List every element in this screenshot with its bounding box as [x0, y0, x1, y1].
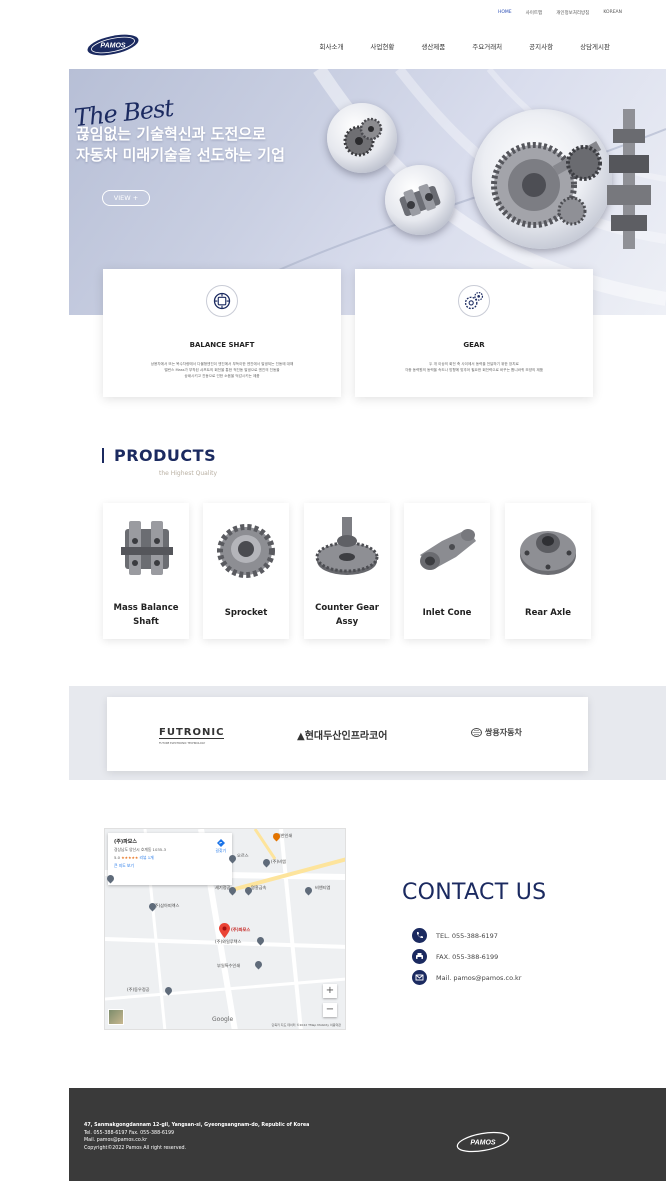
nav-item-clients[interactable]: 주요거래처	[472, 41, 502, 51]
footer-pamos-logo[interactable]: PAMOS	[455, 1131, 511, 1153]
feature-title: GEAR	[463, 341, 485, 349]
svg-text:PAMOS: PAMOS	[100, 43, 125, 50]
utility-home-link[interactable]: HOME	[498, 10, 512, 16]
feature-title: BALANCE SHAFT	[189, 341, 255, 349]
contact-title: CONTACT US	[402, 880, 547, 905]
feature-description: 상용차에서 또는 목수차량에서 다물형엔진이 엔진에서 부득이한 엔진에서 발생…	[150, 362, 294, 378]
feature-card-gear[interactable]: GEAR 두 개 이상의 회전 축 사이에서 동력을 전달하기 위한 장치로 각…	[355, 269, 593, 397]
product-card-rear-axle[interactable]: Rear Axle	[505, 503, 591, 639]
footer-mail: Mail. pamos@pamos.co.kr	[84, 1138, 148, 1143]
product-name: Mass Balance Shaft	[113, 603, 179, 627]
contact-tel-row: TEL. 055-388-6197	[412, 928, 498, 943]
map-label: 오르스	[237, 853, 249, 858]
contact-fax-row: FAX. 055-388-6199	[412, 949, 498, 964]
feature-card-balance-shaft[interactable]: BALANCE SHAFT 상용차에서 또는 목수차량에서 다물형엔진이 엔진에…	[103, 269, 341, 397]
feature-description: 두 개 이상의 회전 축 사이에서 동력을 전달하기 위한 장치로 각종 동력원…	[404, 362, 544, 372]
map-place-name: (주)파모스	[114, 839, 137, 845]
map-place-rating: 5.0 ★★★★★ 리뷰 1개	[114, 855, 154, 860]
nav-item-products[interactable]: 생산제품	[421, 41, 445, 51]
nav-item-consult[interactable]: 상담게시판	[580, 41, 610, 51]
product-card-inlet-cone[interactable]: Inlet Cone	[404, 503, 490, 639]
ssangyong-emblem-icon	[471, 728, 482, 737]
map-place-card: (주)파모스 경상남도 양산시 호계동 1035-3 5.0 ★★★★★ 리뷰 …	[108, 833, 232, 885]
map-label: 부일특수인쇄	[217, 963, 241, 968]
footer-copyright: Copyright©2022 Pamos All right reserved.	[84, 1145, 187, 1151]
contact-fax: FAX. 055-388-6199	[436, 952, 499, 961]
product-name: Sprocket	[224, 608, 268, 618]
footer-address: 47, Sanmakgongdannam 12-gil, Yangsan-si,…	[84, 1123, 310, 1128]
map-zoom-out-button[interactable]: −	[323, 1003, 337, 1017]
footer-telfax: Tel. 055-388-6197 Fax. 055-388-6199	[84, 1130, 175, 1136]
products-title: PRODUCTS	[114, 446, 217, 465]
mail-icon	[412, 970, 427, 985]
partners-logos: FUTRONIC FUTURE ELECTRONIC TECHNOLOGY ▲현…	[107, 697, 588, 771]
footer-info: 47, Sanmakgongdannam 12-gil, Yangsan-si,…	[84, 1122, 309, 1152]
map-label: 비앤티엠	[315, 885, 331, 890]
map-label: 명흥금속	[251, 885, 267, 890]
map-directions-button[interactable]: 길찾기	[216, 839, 226, 854]
pamos-logo[interactable]: PAMOS	[86, 34, 140, 56]
main-nav: 회사소개 사업현황 생산제품 주요거래처 공지사항 상담게시판	[320, 41, 611, 51]
map-marker-label: (주)파모스	[231, 927, 251, 932]
rear-axle-image	[520, 531, 576, 575]
partner-doosan-logo[interactable]: ▲현대두산인프라코어	[297, 727, 388, 742]
gear-shaft-photo	[607, 109, 651, 249]
utility-sitemap-link[interactable]: 사이트맵	[526, 10, 543, 16]
site-header: PAMOS 회사소개 사업현황 생산제품 주요거래처 공지사항 상담게시판	[0, 28, 666, 68]
gear-icon	[458, 285, 490, 317]
phone-icon	[412, 928, 427, 943]
nav-item-business[interactable]: 사업현황	[370, 41, 394, 51]
sprocket-image	[217, 524, 275, 578]
utility-language-link[interactable]: KOREAN	[603, 10, 622, 16]
location-pin-icon	[219, 923, 230, 938]
nav-item-company[interactable]: 회사소개	[320, 41, 344, 51]
inlet-cone-image	[420, 529, 476, 570]
fax-icon	[412, 949, 427, 964]
product-card-mass-balance-shaft[interactable]: Mass Balance Shaft	[103, 503, 189, 639]
gear-photo	[327, 103, 397, 173]
contact-mail[interactable]: Mail. pamos@pamos.co.kr	[436, 974, 521, 982]
map-larger-link[interactable]: 큰 지도 보기	[114, 863, 226, 869]
map-label: (주)동우정공	[127, 987, 150, 992]
location-map[interactable]: (주)파모스 경상남도 양산시 호계동 1035-3 5.0 ★★★★★ 리뷰 …	[104, 828, 346, 1030]
hero-headline: 끊임없는 기술혁신과 도전으로 자동차 미래기술을 선도하는 기업	[76, 125, 285, 164]
partner-ssangyong-logo[interactable]: 쌍용자동차	[471, 727, 522, 738]
site-footer: 47, Sanmakgongdannam 12-gil, Yangsan-si,…	[69, 1088, 666, 1181]
product-name: Rear Axle	[525, 608, 571, 618]
contact-tel: TEL. 055-388-6197	[436, 931, 498, 940]
balance-shaft-photo	[385, 165, 455, 235]
product-card-counter-gear-assy[interactable]: Counter Gear Assy	[304, 503, 390, 639]
map-terms-text[interactable]: 단축키 지도 데이터 ©2022 TMap Mobility 이용약관	[272, 1023, 341, 1027]
map-satellite-toggle[interactable]	[108, 1009, 124, 1025]
hero-view-button[interactable]: VIEW +	[102, 190, 150, 206]
map-label: (주)삼아피엑스	[153, 903, 180, 908]
mass-balance-shaft-image	[121, 521, 173, 575]
map-label: (주)비엠	[271, 859, 286, 864]
counter-gear-image	[315, 517, 379, 575]
transmission-photo	[472, 109, 612, 249]
product-name: Counter Gear Assy	[315, 603, 379, 627]
balance-shaft-icon	[206, 285, 238, 317]
utility-privacy-link[interactable]: 개인정보처리방침	[556, 10, 589, 16]
partner-futronic-logo[interactable]: FUTRONIC	[159, 727, 225, 739]
google-logo: Google	[212, 1016, 234, 1023]
product-card-sprocket[interactable]: Sprocket	[203, 503, 289, 639]
products-subtitle: the Highest Quality	[159, 470, 218, 477]
products-heading: PRODUCTS	[102, 446, 216, 465]
map-place-address: 경상남도 양산시 호계동 1035-3	[114, 847, 167, 852]
product-name: Inlet Cone	[422, 608, 472, 618]
heading-accent-bar	[102, 448, 104, 463]
map-zoom-in-button[interactable]: +	[323, 984, 337, 998]
nav-item-notice[interactable]: 공지사항	[529, 41, 553, 51]
partner-futronic-tagline: FUTURE ELECTRONIC TECHNOLOGY	[159, 742, 206, 745]
svg-text:PAMOS: PAMOS	[470, 1140, 495, 1147]
map-location-marker[interactable]	[219, 923, 230, 942]
contact-mail-row: Mail. pamos@pamos.co.kr	[412, 970, 521, 985]
directions-icon	[216, 839, 225, 847]
utility-bar: HOME 사이트맵 개인정보처리방침 KOREAN	[498, 10, 622, 16]
